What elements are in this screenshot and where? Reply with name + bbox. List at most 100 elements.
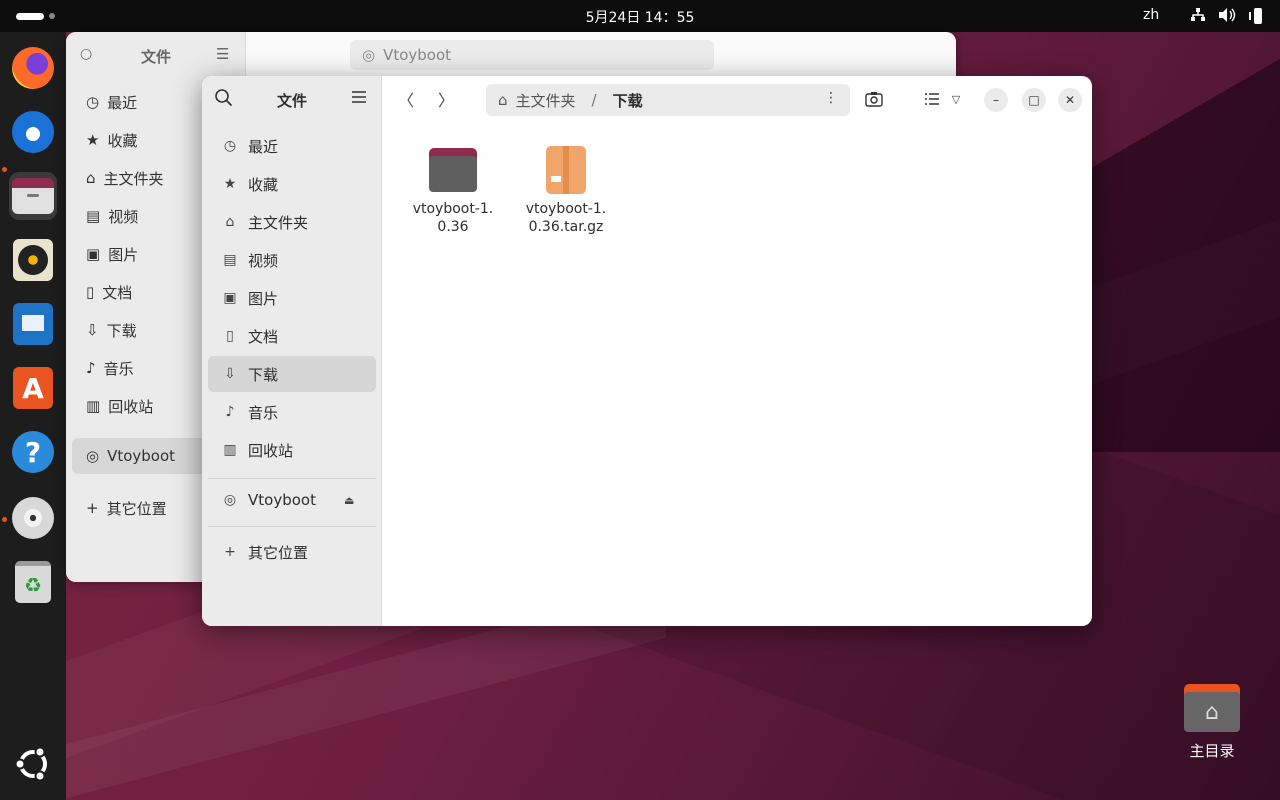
hamburger-menu-icon bbox=[352, 91, 366, 103]
dock-trash[interactable]: ♻ bbox=[9, 558, 57, 606]
file-name: 0.36.tar.gz bbox=[528, 219, 604, 235]
file-item[interactable]: vtoyboot-1. 0.36 bbox=[405, 146, 501, 236]
download-icon: ⇩ bbox=[224, 366, 236, 382]
files-window[interactable]: 文件 ◷ 最近 ★ 收藏 ⌂ 主文件夹 ▤ 视频 ▣ 图片 ▯ 文档 ⇩ 下载 ♪ 音乐 ▥ 回收… bbox=[202, 76, 1092, 626]
dock-firefox[interactable] bbox=[9, 44, 57, 92]
dock: A ? ♻ bbox=[0, 32, 66, 800]
sidebar-divider bbox=[208, 526, 376, 527]
sidebar-item-label: 视频 bbox=[248, 251, 279, 270]
dock-disc[interactable] bbox=[9, 494, 57, 542]
picture-icon: ▣ bbox=[86, 245, 101, 263]
document-icon: ▯ bbox=[226, 328, 234, 344]
show-apps-button[interactable] bbox=[9, 740, 57, 788]
sidebar-item-label: 回收站 bbox=[248, 441, 294, 460]
sidebar-item-videos[interactable]: ▤ 视频 bbox=[208, 242, 376, 278]
path-menu-icon[interactable]: ⋮ bbox=[824, 90, 838, 106]
disc-icon: ◎ bbox=[362, 46, 376, 64]
clock-icon: ◷ bbox=[223, 138, 237, 154]
breadcrumb-current[interactable]: 下载 bbox=[613, 90, 643, 111]
file-name: vtoyboot-1. bbox=[525, 201, 607, 217]
sidebar-item-pictures[interactable]: ▣ 图片 bbox=[208, 280, 376, 316]
sidebar-item-trash[interactable]: ▥ 回收站 bbox=[208, 432, 376, 468]
sidebar-item-vtoyboot[interactable]: ◎ Vtoyboot ⏏ bbox=[208, 482, 376, 518]
sidebar-item-label: 文档 bbox=[248, 327, 279, 346]
dock-writer[interactable] bbox=[9, 300, 57, 348]
maximize-button[interactable]: □ bbox=[1022, 88, 1046, 112]
sidebar-item-downloads[interactable]: ⇩ 下载 bbox=[208, 356, 376, 392]
system-tray[interactable] bbox=[1190, 7, 1264, 29]
view-options-button[interactable]: ▽ bbox=[946, 85, 966, 113]
disc-icon: ◎ bbox=[223, 492, 237, 508]
sidebar-item-label: 收藏 bbox=[248, 175, 279, 194]
top-bar: 5月24日 14：55 zh bbox=[0, 0, 1280, 32]
folder-icon bbox=[429, 146, 477, 194]
sidebar-header: 文件 bbox=[202, 76, 381, 122]
battery-icon bbox=[1248, 7, 1264, 29]
plus-icon: + bbox=[86, 499, 99, 517]
picture-icon: ▣ bbox=[223, 290, 237, 306]
minimize-button[interactable]: – bbox=[984, 88, 1008, 112]
desktop-home-folder[interactable]: ⌂ 主目录 bbox=[1180, 684, 1244, 761]
clock-icon: ◷ bbox=[86, 93, 100, 111]
files-icon bbox=[12, 178, 54, 214]
disc-icon: ◎ bbox=[86, 447, 100, 465]
view-list-button[interactable] bbox=[918, 85, 946, 113]
trash-icon: ▥ bbox=[86, 397, 101, 415]
chevron-down-icon: ▽ bbox=[951, 92, 961, 106]
archive-icon bbox=[542, 146, 590, 194]
film-icon: ▤ bbox=[86, 207, 101, 225]
path-bar[interactable]: ⌂ 主文件夹 / 下载 ⋮ bbox=[486, 84, 850, 116]
menu-icon[interactable]: ☰ bbox=[216, 45, 229, 63]
sidebar-item-other-locations[interactable]: + 其它位置 bbox=[208, 534, 376, 570]
chevron-left-icon: 〈 bbox=[397, 91, 414, 110]
sidebar-item-label: 主文件夹 bbox=[248, 213, 309, 232]
sidebar-item-label: 其它位置 bbox=[248, 543, 309, 562]
wallpaper-stripe bbox=[66, 600, 666, 800]
eject-icon[interactable]: ⏏ bbox=[344, 494, 354, 507]
plus-icon: + bbox=[224, 544, 236, 560]
sidebar-item-home[interactable]: ⌂ 主文件夹 bbox=[208, 204, 376, 240]
dock-help[interactable]: ? bbox=[9, 428, 57, 476]
back-button[interactable]: 〈 bbox=[392, 85, 420, 113]
sidebar-item-music[interactable]: ♪ 音乐 bbox=[208, 394, 376, 430]
file-item[interactable]: vtoyboot-1. 0.36.tar.gz bbox=[518, 146, 614, 236]
home-icon: ⌂ bbox=[498, 91, 508, 109]
sidebar-item-label: 下载 bbox=[248, 365, 279, 384]
music-icon: ♪ bbox=[86, 359, 96, 377]
thunderbird-icon bbox=[12, 111, 54, 153]
dock-rhythmbox[interactable] bbox=[9, 236, 57, 284]
desktop-home-label: 主目录 bbox=[1189, 742, 1235, 760]
ubuntu-icon bbox=[14, 746, 47, 782]
sidebar-item-label: 音乐 bbox=[248, 403, 279, 422]
trash-icon: ▥ bbox=[223, 442, 237, 458]
dock-app-center[interactable]: A bbox=[9, 364, 57, 412]
home-icon: ⌂ bbox=[86, 169, 96, 187]
input-language[interactable]: zh bbox=[1143, 7, 1159, 23]
star-icon: ★ bbox=[223, 176, 237, 192]
download-icon: ⇩ bbox=[86, 321, 99, 339]
dock-thunderbird[interactable] bbox=[9, 108, 57, 156]
disc-icon bbox=[12, 497, 54, 539]
clock[interactable]: 5月24日 14：55 bbox=[0, 7, 1280, 27]
rhythmbox-icon bbox=[13, 239, 53, 281]
file-name: vtoyboot-1. bbox=[412, 201, 494, 217]
back-path-bar[interactable]: ◎ Vtoyboot bbox=[350, 40, 714, 70]
main-menu-button[interactable] bbox=[348, 88, 370, 110]
sidebar-item-starred[interactable]: ★ 收藏 bbox=[208, 166, 376, 202]
close-button[interactable]: ✕ bbox=[1058, 88, 1082, 112]
breadcrumb-home[interactable]: 主文件夹 bbox=[516, 90, 576, 111]
sidebar: 文件 ◷ 最近 ★ 收藏 ⌂ 主文件夹 ▤ 视频 ▣ 图片 ▯ 文档 ⇩ 下载 ♪ 音乐 ▥ 回收… bbox=[202, 76, 382, 626]
help-icon: ? bbox=[12, 431, 54, 473]
app-center-icon: A bbox=[13, 367, 53, 409]
forward-button[interactable]: 〉 bbox=[432, 85, 460, 113]
camera-search-icon bbox=[865, 92, 883, 107]
dock-files[interactable] bbox=[9, 172, 57, 220]
sidebar-item-documents[interactable]: ▯ 文档 bbox=[208, 318, 376, 354]
search-location-button[interactable] bbox=[860, 85, 888, 113]
trash-icon: ♻ bbox=[15, 561, 51, 603]
sidebar-item-recent[interactable]: ◷ 最近 bbox=[208, 128, 376, 164]
minimize-icon: – bbox=[993, 93, 999, 107]
running-indicator bbox=[2, 167, 7, 172]
document-icon: ▯ bbox=[86, 283, 95, 301]
sidebar-item-label: Vtoyboot bbox=[248, 491, 316, 509]
